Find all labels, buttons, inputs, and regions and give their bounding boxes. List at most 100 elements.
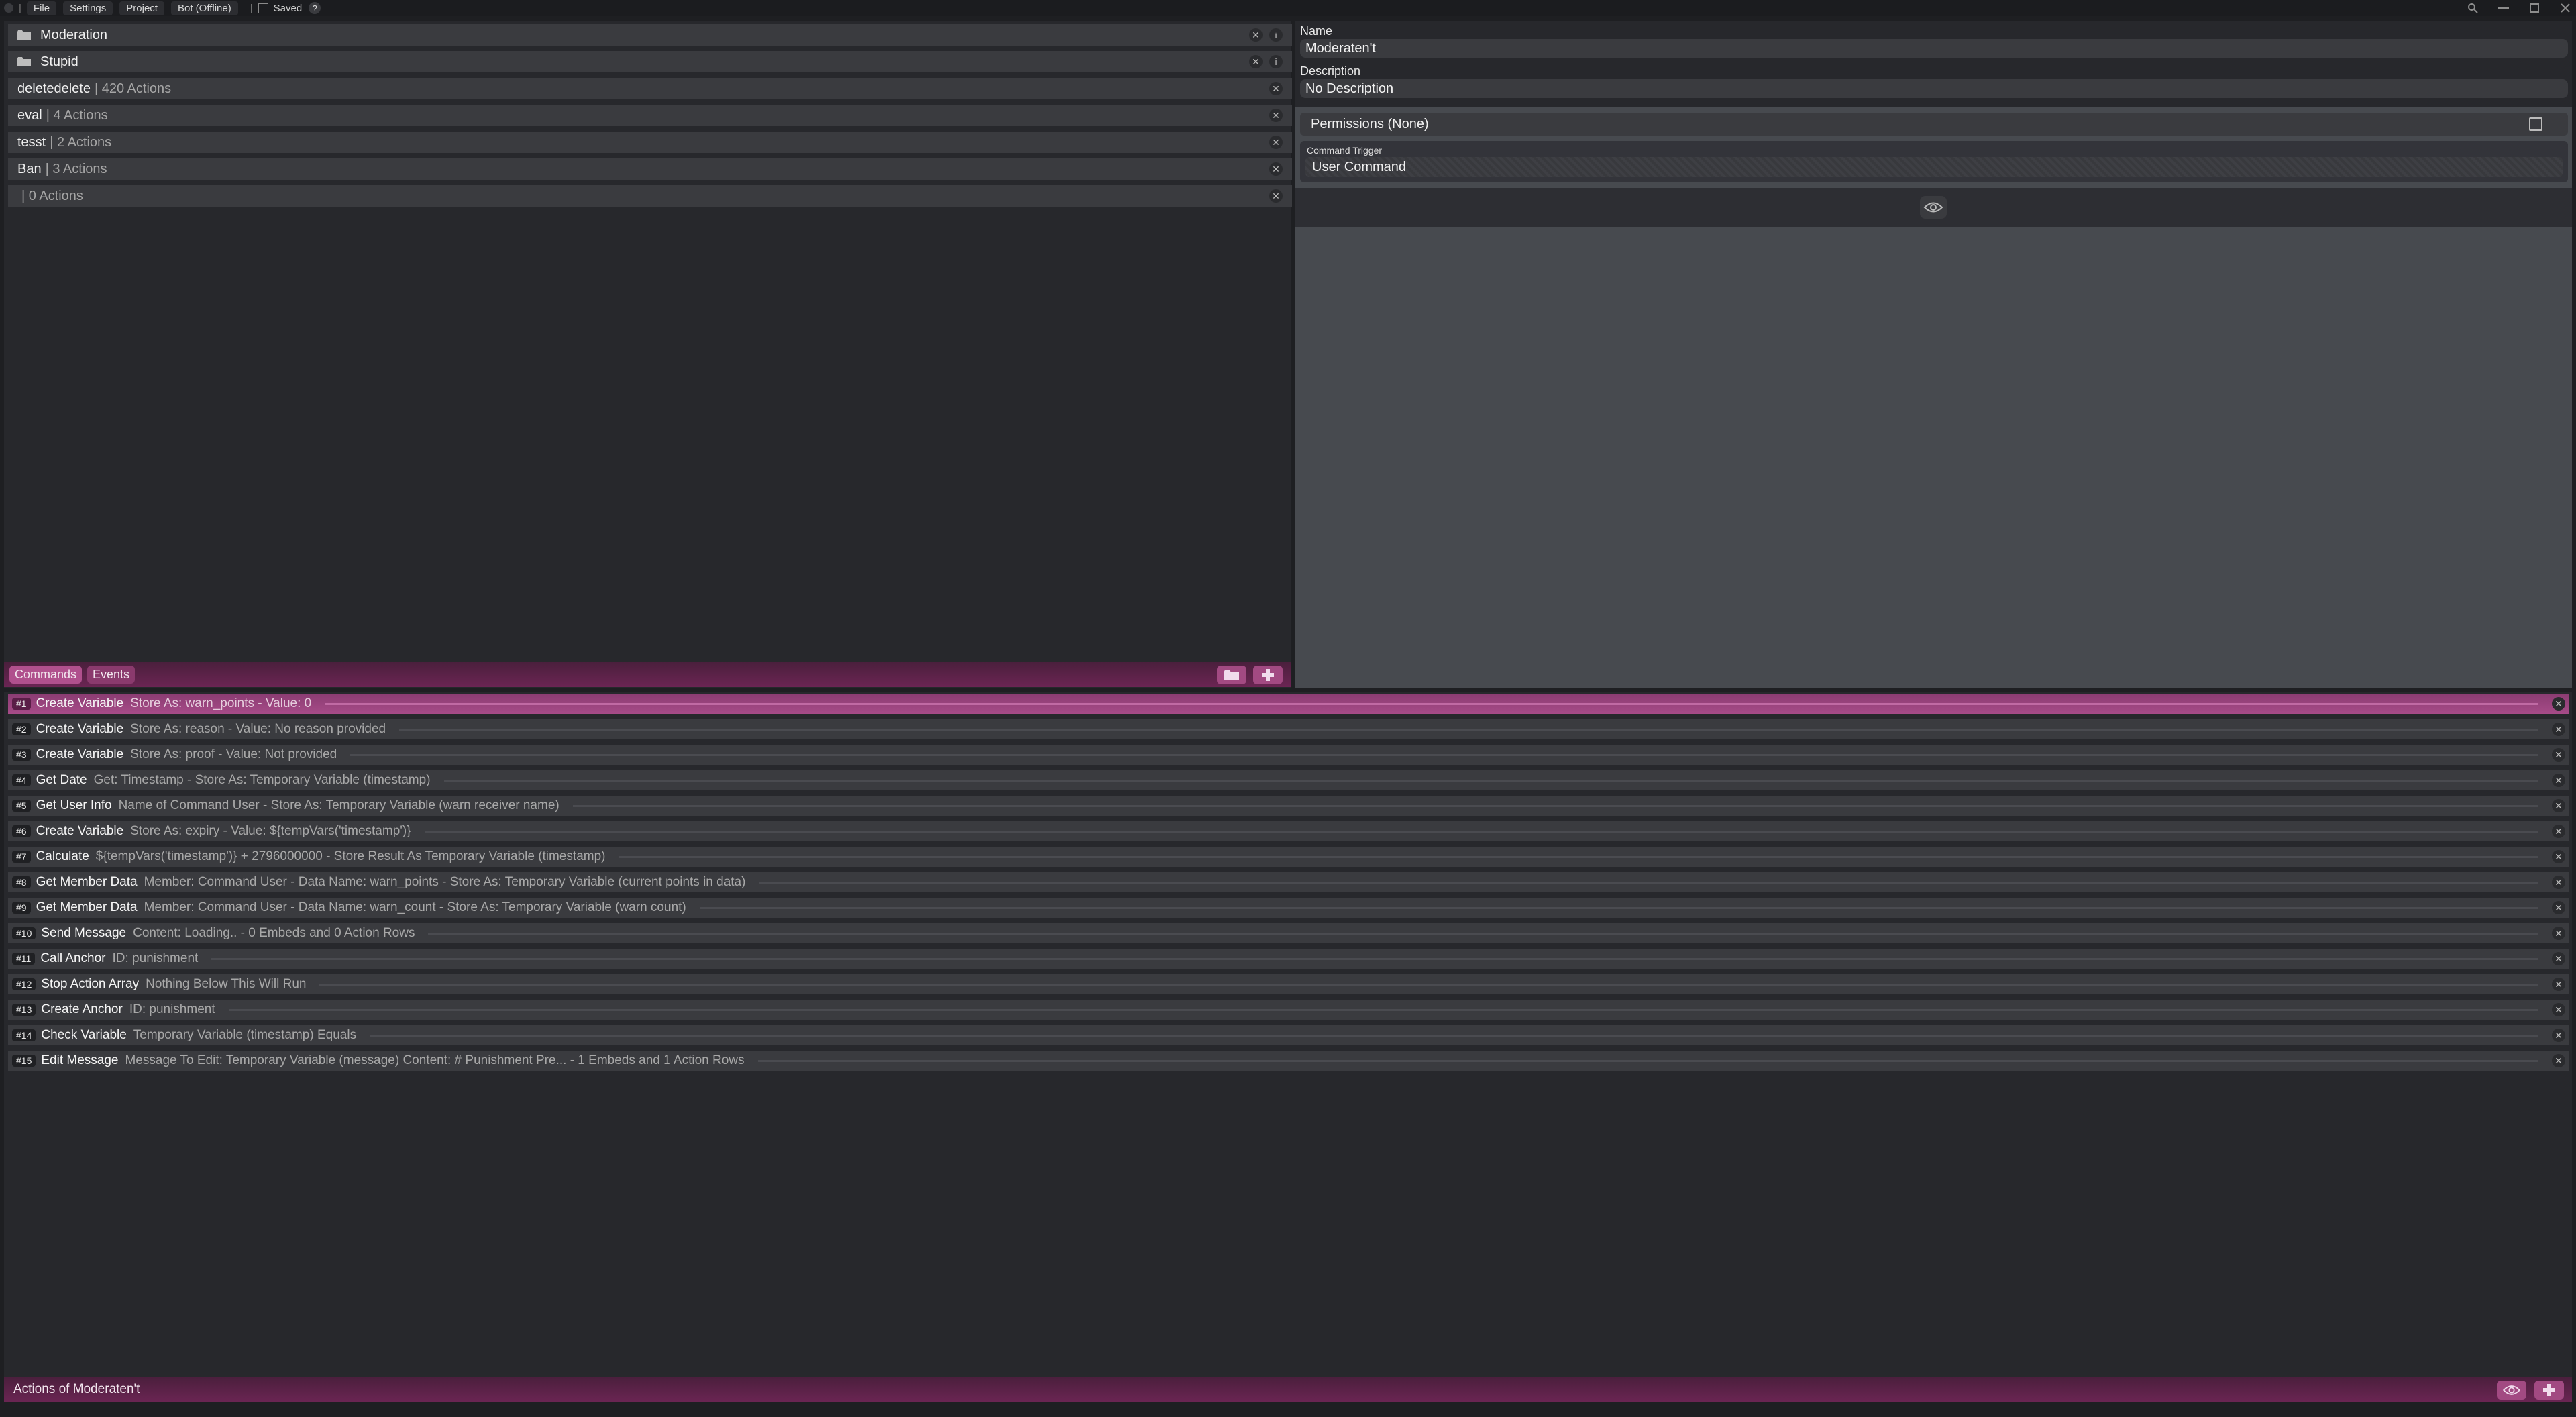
action-number: #1 bbox=[12, 698, 31, 710]
action-number: #5 bbox=[12, 800, 31, 812]
close-icon[interactable]: ✕ bbox=[2552, 901, 2565, 914]
description-label: Description bbox=[1300, 64, 1361, 78]
action-name: Get Date bbox=[36, 773, 87, 787]
action-row[interactable]: #10 Send Message Content: Loading.. - 0 … bbox=[8, 923, 2569, 943]
action-description: Member: Command User - Data Name: warn_c… bbox=[144, 900, 686, 914]
close-icon[interactable]: ✕ bbox=[2552, 748, 2565, 762]
menu-file[interactable]: File bbox=[26, 1, 57, 15]
action-name: Create Variable bbox=[36, 747, 124, 762]
action-name: Edit Message bbox=[41, 1053, 119, 1067]
close-icon[interactable]: ✕ bbox=[2552, 1003, 2565, 1016]
action-name: Create Variable bbox=[36, 824, 124, 838]
tab-events[interactable]: Events bbox=[87, 665, 136, 684]
add-folder-button[interactable] bbox=[1217, 666, 1246, 684]
action-row[interactable]: #13 Create Anchor ID: punishment ✕ bbox=[8, 1000, 2569, 1020]
action-row[interactable]: #7 Calculate ${tempVars('timestamp')} + … bbox=[8, 847, 2569, 867]
action-row[interactable]: #12 Stop Action Array Nothing Below This… bbox=[8, 974, 2569, 994]
close-icon[interactable]: ✕ bbox=[2552, 697, 2565, 711]
actions-title: Actions of Moderaten't bbox=[13, 1382, 140, 1396]
action-number: #13 bbox=[12, 1004, 36, 1016]
preview-row bbox=[1295, 188, 2572, 227]
trigger-select[interactable]: User Command bbox=[1305, 157, 2563, 177]
action-number: #11 bbox=[12, 953, 36, 965]
action-row[interactable]: #8 Get Member Data Member: Command User … bbox=[8, 872, 2569, 892]
action-description: ${tempVars('timestamp')} + 2796000000 - … bbox=[95, 849, 606, 863]
tab-commands[interactable]: Commands bbox=[9, 665, 83, 684]
command-row[interactable]: eval | 4 Actions ✕ bbox=[8, 105, 1292, 126]
action-row[interactable]: #1 Create Variable Store As: warn_points… bbox=[8, 694, 2569, 714]
action-description: Name of Command User - Store As: Tempora… bbox=[118, 798, 559, 812]
close-icon[interactable]: ✕ bbox=[2552, 774, 2565, 787]
divider bbox=[399, 728, 2538, 731]
divider bbox=[211, 957, 2538, 960]
permissions-row[interactable]: Permissions (None) bbox=[1300, 113, 2568, 136]
commands-footer: Commands Events bbox=[4, 662, 1291, 687]
close-icon[interactable]: ✕ bbox=[2552, 850, 2565, 863]
divider bbox=[424, 830, 2538, 833]
close-icon[interactable]: ✕ bbox=[1269, 82, 1283, 95]
close-icon[interactable]: ✕ bbox=[1269, 136, 1283, 149]
close-icon[interactable]: ✕ bbox=[2552, 1054, 2565, 1067]
add-action-button[interactable] bbox=[2534, 1381, 2564, 1400]
close-icon[interactable]: ✕ bbox=[1249, 55, 1263, 68]
action-name: Send Message bbox=[41, 926, 127, 940]
close-icon[interactable]: ✕ bbox=[2552, 952, 2565, 965]
action-number: #8 bbox=[12, 876, 31, 888]
action-row[interactable]: #5 Get User Info Name of Command User - … bbox=[8, 796, 2569, 816]
action-row[interactable]: #2 Create Variable Store As: reason - Va… bbox=[8, 719, 2569, 739]
close-icon[interactable]: ✕ bbox=[1269, 162, 1283, 176]
maximize-icon[interactable] bbox=[2528, 1, 2541, 15]
menu-settings[interactable]: Settings bbox=[63, 1, 113, 15]
close-icon[interactable]: ✕ bbox=[2552, 1029, 2565, 1042]
info-icon[interactable]: i bbox=[1269, 28, 1283, 42]
minimize-icon[interactable] bbox=[2497, 1, 2510, 15]
action-row[interactable]: #15 Edit Message Message To Edit: Tempor… bbox=[8, 1051, 2569, 1071]
menu-bot-status[interactable]: Bot (Offline) bbox=[170, 1, 238, 15]
command-name: eval bbox=[17, 107, 42, 123]
eye-icon bbox=[1923, 202, 1943, 213]
action-name: Get User Info bbox=[36, 798, 112, 812]
close-icon[interactable]: ✕ bbox=[2552, 876, 2565, 889]
close-icon[interactable]: ✕ bbox=[1269, 109, 1283, 122]
close-icon[interactable]: ✕ bbox=[2552, 799, 2565, 812]
info-icon[interactable]: i bbox=[1269, 55, 1283, 68]
action-description: Store As: warn_points - Value: 0 bbox=[130, 696, 312, 711]
open-external-icon[interactable] bbox=[2529, 117, 2542, 131]
command-action-count: | 420 Actions bbox=[94, 81, 172, 96]
menu-project[interactable]: Project bbox=[119, 1, 164, 15]
add-command-button[interactable] bbox=[1253, 666, 1283, 684]
action-row[interactable]: #11 Call Anchor ID: punishment ✕ bbox=[8, 949, 2569, 969]
command-action-count: | 3 Actions bbox=[45, 161, 107, 176]
preview-actions-button[interactable] bbox=[2497, 1381, 2526, 1400]
preview-button[interactable] bbox=[1920, 196, 1947, 219]
command-row[interactable]: deletedelete | 420 Actions ✕ bbox=[8, 78, 1292, 99]
action-row[interactable]: #9 Get Member Data Member: Command User … bbox=[8, 898, 2569, 918]
close-icon[interactable]: ✕ bbox=[1269, 189, 1283, 203]
command-row[interactable]: tesst | 2 Actions ✕ bbox=[8, 132, 1292, 153]
close-icon[interactable]: ✕ bbox=[1249, 28, 1263, 42]
command-name: Ban bbox=[17, 161, 42, 176]
action-row[interactable]: #14 Check Variable Temporary Variable (t… bbox=[8, 1025, 2569, 1045]
divider bbox=[443, 779, 2538, 782]
command-row[interactable]: Ban | 3 Actions ✕ bbox=[8, 158, 1292, 180]
command-action-count: | 0 Actions bbox=[21, 188, 83, 203]
close-icon[interactable]: ✕ bbox=[2552, 927, 2565, 940]
action-name: Get Member Data bbox=[36, 875, 138, 889]
folder-row[interactable]: Moderation ✕ i bbox=[8, 24, 1292, 46]
help-button[interactable]: ? bbox=[309, 2, 321, 14]
folder-icon bbox=[17, 57, 31, 66]
close-icon[interactable]: ✕ bbox=[2552, 825, 2565, 838]
name-field[interactable]: Moderaten't bbox=[1300, 39, 2568, 58]
search-icon[interactable] bbox=[2466, 1, 2479, 15]
action-row[interactable]: #4 Get Date Get: Timestamp - Store As: T… bbox=[8, 770, 2569, 790]
close-icon[interactable]: ✕ bbox=[2552, 723, 2565, 736]
close-icon[interactable]: ✕ bbox=[2552, 978, 2565, 991]
action-number: #2 bbox=[12, 723, 31, 735]
action-description: Store As: expiry - Value: ${tempVars('ti… bbox=[130, 824, 411, 838]
action-row[interactable]: #3 Create Variable Store As: proof - Val… bbox=[8, 745, 2569, 765]
command-row[interactable]: | 0 Actions ✕ bbox=[8, 185, 1292, 207]
action-row[interactable]: #6 Create Variable Store As: expiry - Va… bbox=[8, 821, 2569, 841]
folder-row[interactable]: Stupid ✕ i bbox=[8, 51, 1292, 72]
close-window-icon[interactable] bbox=[2559, 1, 2572, 15]
description-field[interactable]: No Description bbox=[1300, 79, 2568, 98]
